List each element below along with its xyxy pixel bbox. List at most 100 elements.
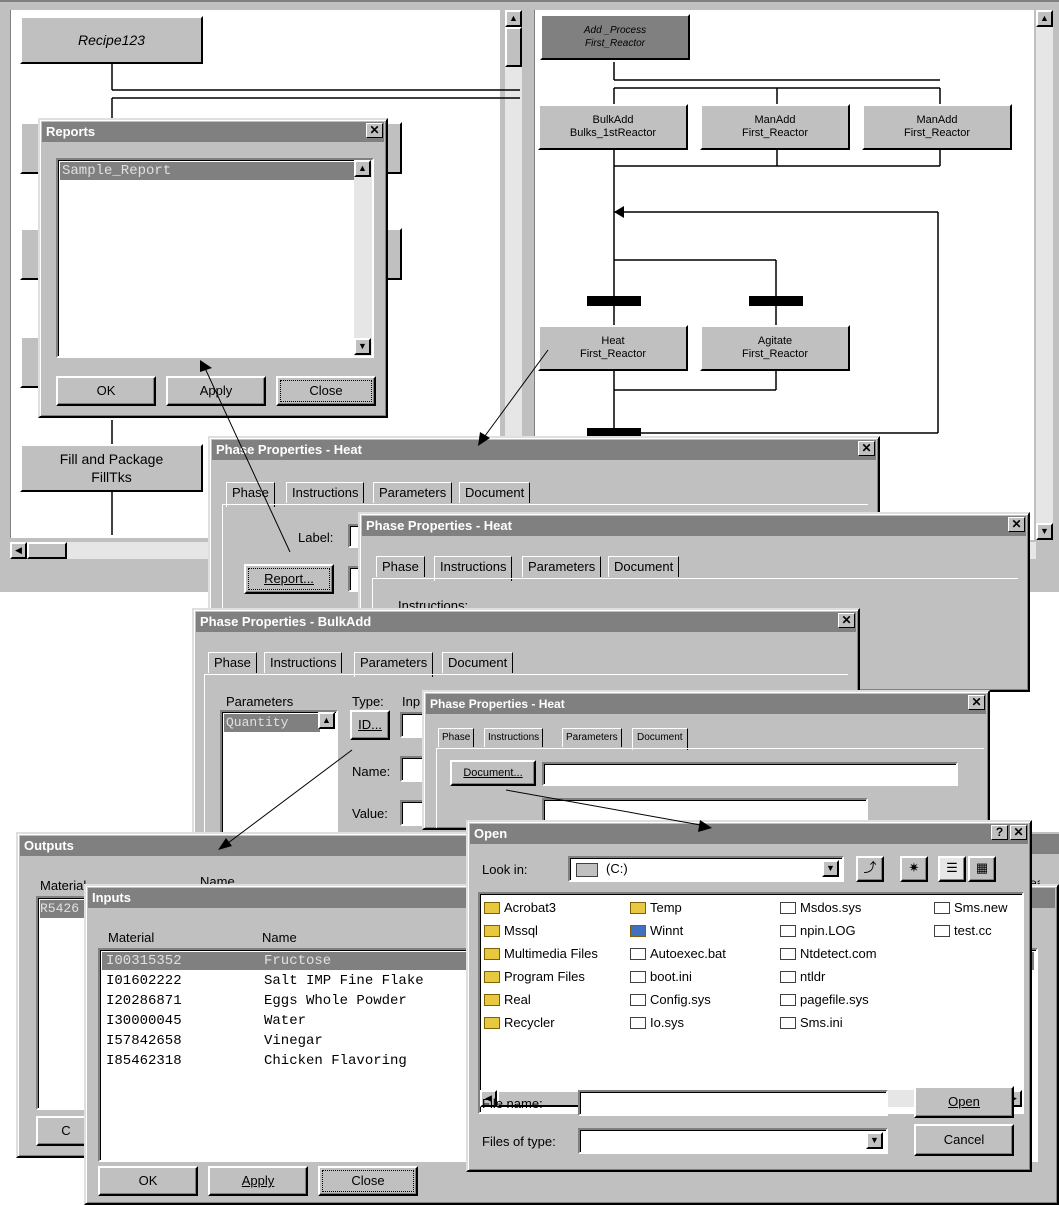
param-item[interactable]: Quantity bbox=[224, 714, 320, 732]
files-of-type-combo[interactable]: ▼ bbox=[578, 1128, 888, 1154]
cancel-button[interactable]: Cancel bbox=[914, 1124, 1014, 1156]
chevron-down-icon[interactable]: ▼ bbox=[822, 860, 839, 877]
material-cell: I57842658 bbox=[106, 1033, 182, 1049]
reports-list[interactable]: Sample_Report ▲ ▼ bbox=[56, 158, 374, 358]
folder-icon bbox=[484, 901, 500, 914]
tab-instructions[interactable]: Instructions bbox=[286, 482, 365, 503]
file-item[interactable]: Io.sys bbox=[630, 1015, 684, 1030]
type-field[interactable] bbox=[400, 712, 424, 738]
tab-parameters[interactable]: Parameters bbox=[522, 556, 602, 577]
inputs-ok-button[interactable]: OK bbox=[98, 1166, 198, 1196]
new-folder-button[interactable]: ✷ bbox=[900, 856, 928, 882]
open-button[interactable]: Open bbox=[914, 1086, 1014, 1118]
file-name: Sms.ini bbox=[800, 1015, 843, 1030]
tab-document[interactable]: Document bbox=[459, 482, 531, 503]
tab-document[interactable]: Document bbox=[442, 652, 514, 673]
file-item[interactable]: Mssql bbox=[484, 923, 538, 938]
report-item[interactable]: Sample_Report bbox=[60, 162, 356, 180]
file-name: test.cc bbox=[954, 923, 992, 938]
outputs-title: Outputs bbox=[20, 836, 542, 856]
file-name-input[interactable] bbox=[578, 1090, 888, 1116]
scroll-up-icon[interactable]: ▲ bbox=[318, 712, 335, 729]
reports-apply-button[interactable]: Apply bbox=[166, 376, 266, 406]
outputs-right-titlebar bbox=[1030, 834, 1059, 854]
document-button[interactable]: Document... bbox=[450, 760, 536, 786]
file-item[interactable]: Real bbox=[484, 992, 531, 1007]
file-item[interactable]: Acrobat3 bbox=[484, 900, 556, 915]
file-item[interactable]: Autoexec.bat bbox=[630, 946, 726, 961]
scroll-down-icon[interactable]: ▼ bbox=[354, 338, 371, 355]
system-file-icon bbox=[630, 993, 646, 1006]
file-item[interactable]: Temp bbox=[630, 900, 682, 915]
reports-list-scrollbar[interactable]: ▲ ▼ bbox=[354, 160, 372, 356]
report-button[interactable]: Report... bbox=[244, 564, 334, 594]
tab-phase[interactable]: Phase bbox=[438, 728, 475, 747]
recipe-node[interactable]: Recipe123 bbox=[20, 16, 203, 64]
chevron-down-icon[interactable]: ▼ bbox=[866, 1132, 883, 1149]
name-label: Name: bbox=[352, 764, 391, 779]
tab-instructions[interactable]: Instructions bbox=[264, 652, 343, 673]
file-item[interactable]: npin.LOG bbox=[780, 923, 856, 938]
file-item[interactable]: test.cc bbox=[934, 923, 992, 938]
help-icon[interactable]: ? bbox=[991, 825, 1008, 840]
file-item[interactable]: Sms.ini bbox=[780, 1015, 843, 1030]
id-button[interactable]: ID... bbox=[350, 710, 390, 740]
file-name: boot.ini bbox=[650, 969, 692, 984]
close-icon[interactable]: ✕ bbox=[858, 441, 875, 456]
details-view-button[interactable]: ▦ bbox=[968, 856, 996, 882]
tab-parameters[interactable]: Parameters bbox=[562, 728, 622, 747]
file-item[interactable]: Program Files bbox=[484, 969, 585, 984]
tab-document[interactable]: Document bbox=[632, 728, 688, 750]
file-item[interactable]: Msdos.sys bbox=[780, 900, 861, 915]
document-field[interactable] bbox=[542, 762, 958, 786]
look-in-label: Look in: bbox=[482, 862, 528, 877]
file-item[interactable]: Recycler bbox=[484, 1015, 555, 1030]
name-cell: Eggs Whole Powder bbox=[264, 993, 407, 1009]
up-folder-button[interactable]: ⤴ bbox=[856, 856, 884, 882]
inputs-apply-label: Apply bbox=[241, 1173, 275, 1188]
parameters-list[interactable]: Quantity ▲ bbox=[220, 710, 338, 850]
tab-phase[interactable]: Phase bbox=[376, 556, 425, 577]
close-icon[interactable]: ✕ bbox=[838, 613, 855, 628]
inputs-close-button[interactable]: Close bbox=[318, 1166, 418, 1196]
tab-instructions[interactable]: Instructions bbox=[484, 728, 544, 747]
document-field-2[interactable] bbox=[542, 798, 868, 822]
scroll-up-icon[interactable]: ▲ bbox=[354, 160, 371, 177]
file-item[interactable]: boot.ini bbox=[630, 969, 692, 984]
close-icon[interactable]: ✕ bbox=[1010, 825, 1027, 840]
file-item[interactable]: ntldr bbox=[780, 969, 825, 984]
fill-and-package-node[interactable]: Fill and Package FillTks bbox=[20, 444, 203, 492]
reports-ok-button[interactable]: OK bbox=[56, 376, 156, 406]
file-name: Mssql bbox=[504, 923, 538, 938]
tab-document[interactable]: Document bbox=[608, 556, 680, 577]
file-item[interactable]: Config.sys bbox=[630, 992, 711, 1007]
bulkadd-node[interactable]: BulkAdd Bulks_1stReactor bbox=[538, 104, 688, 150]
manadd-node-1[interactable]: ManAdd First_Reactor bbox=[700, 104, 850, 150]
file-item[interactable]: Ntdetect.com bbox=[780, 946, 877, 961]
file-name: Real bbox=[504, 992, 531, 1007]
name-field[interactable] bbox=[400, 756, 424, 782]
look-in-combo[interactable]: (C:) ▼ bbox=[568, 856, 844, 882]
file-item[interactable]: Sms.new bbox=[934, 900, 1007, 915]
file-item[interactable]: Multimedia Files bbox=[484, 946, 598, 961]
file-item[interactable]: pagefile.sys bbox=[780, 992, 869, 1007]
reports-close-button[interactable]: Close bbox=[276, 376, 376, 406]
tab-phase[interactable]: Phase bbox=[208, 652, 257, 673]
drive-icon bbox=[576, 863, 598, 877]
add-process-node[interactable]: Add _Process First_Reactor bbox=[540, 14, 690, 60]
close-icon[interactable]: ✕ bbox=[366, 123, 383, 138]
name-cell: Water bbox=[264, 1013, 307, 1029]
file-item[interactable]: Winnt bbox=[630, 923, 683, 938]
file-list[interactable]: Acrobat3 Mssql Multimedia Files Program … bbox=[478, 892, 1024, 1114]
manadd-node-2[interactable]: ManAdd First_Reactor bbox=[862, 104, 1012, 150]
value-label: Value: bbox=[352, 806, 388, 821]
agitate-node[interactable]: Agitate First_Reactor bbox=[700, 325, 850, 371]
file-name: Autoexec.bat bbox=[650, 946, 726, 961]
close-icon[interactable]: ✕ bbox=[968, 695, 985, 710]
close-icon[interactable]: ✕ bbox=[1008, 517, 1025, 532]
heat-node[interactable]: Heat First_Reactor bbox=[538, 325, 688, 371]
value-field[interactable] bbox=[400, 800, 424, 826]
list-view-button[interactable]: ☰ bbox=[938, 856, 966, 882]
inputs-apply-button[interactable]: Apply bbox=[208, 1166, 308, 1196]
tab-parameters[interactable]: Parameters bbox=[373, 482, 453, 503]
